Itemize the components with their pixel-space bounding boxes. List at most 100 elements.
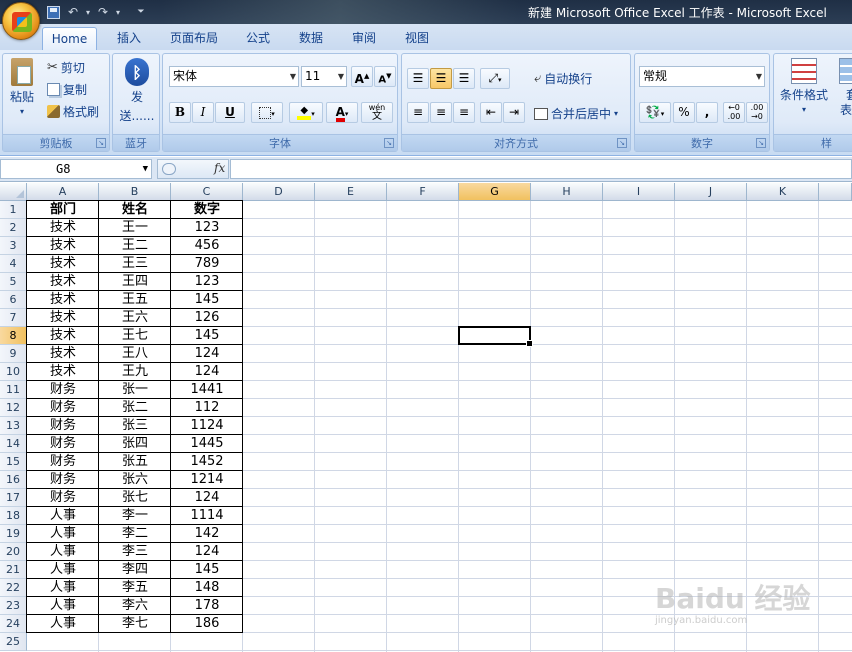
column-header-h[interactable]: H <box>531 183 603 201</box>
cell-number[interactable]: 789 <box>171 255 243 273</box>
align-middle-button[interactable]: ☰ <box>430 68 452 89</box>
cell-number[interactable]: 124 <box>171 489 243 507</box>
insert-function-button[interactable]: fx <box>214 161 225 175</box>
cell-number[interactable]: 148 <box>171 579 243 597</box>
row-header-2[interactable]: 2 <box>0 219 27 237</box>
align-right-button[interactable]: ≡ <box>453 102 475 123</box>
cell-department[interactable]: 技术 <box>27 363 99 381</box>
header-cell-department[interactable]: 部门 <box>27 201 99 219</box>
cell-number[interactable]: 124 <box>171 363 243 381</box>
align-center-button[interactable]: ≡ <box>430 102 452 123</box>
tab-view[interactable]: 视图 <box>396 27 438 50</box>
increase-decimal-button[interactable]: ←0.00 <box>723 102 745 123</box>
cell-name[interactable]: 王四 <box>99 273 171 291</box>
cell-number[interactable]: 145 <box>171 327 243 345</box>
tab-formulas[interactable]: 公式 <box>237 27 279 50</box>
cell-department[interactable]: 技术 <box>27 291 99 309</box>
cell-number[interactable]: 123 <box>171 273 243 291</box>
cell-name[interactable]: 张五 <box>99 453 171 471</box>
row-header-1[interactable]: 1 <box>0 201 27 219</box>
cell-name[interactable]: 王七 <box>99 327 171 345</box>
cell-department[interactable]: 技术 <box>27 237 99 255</box>
row-header-10[interactable]: 10 <box>0 363 27 381</box>
bold-button[interactable]: B <box>169 102 191 123</box>
column-header-g[interactable]: G <box>459 183 531 201</box>
row-header-23[interactable]: 23 <box>0 597 27 615</box>
row-header-18[interactable]: 18 <box>0 507 27 525</box>
decrease-indent-button[interactable]: ⇤ <box>480 102 502 123</box>
format-as-table-button[interactable]: 套 表格 <box>832 58 852 118</box>
undo-button[interactable]: ↶ <box>64 3 82 21</box>
row-header-20[interactable]: 20 <box>0 543 27 561</box>
font-size-combo[interactable]: 11 ▼ <box>301 66 347 87</box>
orientation-button[interactable]: ⤢▾ <box>480 68 510 89</box>
row-header-3[interactable]: 3 <box>0 237 27 255</box>
row-header-8[interactable]: 8 <box>0 327 27 345</box>
wrap-text-button[interactable]: ⤶ 自动换行 <box>534 70 592 87</box>
accounting-format-button[interactable]: 💱▾ <box>639 102 671 123</box>
cell-department[interactable]: 人事 <box>27 597 99 615</box>
comma-button[interactable]: , <box>696 102 718 123</box>
row-header-7[interactable]: 7 <box>0 309 27 327</box>
cell-name[interactable]: 李三 <box>99 543 171 561</box>
row-header-6[interactable]: 6 <box>0 291 27 309</box>
cut-button[interactable]: ✂ 剪切 <box>47 59 85 76</box>
row-header-17[interactable]: 17 <box>0 489 27 507</box>
paste-button[interactable]: 粘贴 ▾ <box>6 58 38 116</box>
format-painter-button[interactable]: 格式刷 <box>47 103 99 120</box>
tab-review[interactable]: 审阅 <box>343 27 385 50</box>
row-header-24[interactable]: 24 <box>0 615 27 633</box>
customize-qat-button[interactable]: ⏷ <box>132 3 150 21</box>
formula-input[interactable] <box>230 159 852 179</box>
cell-department[interactable]: 技术 <box>27 309 99 327</box>
grow-font-button[interactable]: A▲ <box>351 66 373 87</box>
cell-department[interactable]: 人事 <box>27 579 99 597</box>
row-header-14[interactable]: 14 <box>0 435 27 453</box>
row-header-5[interactable]: 5 <box>0 273 27 291</box>
cell-name[interactable]: 王六 <box>99 309 171 327</box>
merge-center-button[interactable]: 合并后居中 ▾ <box>534 105 618 122</box>
redo-button[interactable]: ↷ <box>94 3 112 21</box>
decrease-decimal-button[interactable]: .00 →0 <box>746 102 768 123</box>
alignment-launcher-button[interactable]: ↘ <box>617 138 627 148</box>
cell-name[interactable]: 王五 <box>99 291 171 309</box>
cell-name[interactable]: 李一 <box>99 507 171 525</box>
cell-department[interactable]: 技术 <box>27 255 99 273</box>
cell-number[interactable]: 186 <box>171 615 243 633</box>
cell-department[interactable]: 财务 <box>27 489 99 507</box>
column-header-f[interactable]: F <box>387 183 459 201</box>
phonetic-button[interactable]: wén 文 <box>361 102 393 123</box>
cell-department[interactable]: 财务 <box>27 435 99 453</box>
header-cell-number[interactable]: 数字 <box>171 201 243 219</box>
cell-department[interactable]: 技术 <box>27 327 99 345</box>
column-header-j[interactable]: J <box>675 183 747 201</box>
column-header-a[interactable]: A <box>27 183 99 201</box>
cell-name[interactable]: 王一 <box>99 219 171 237</box>
cell-number[interactable]: 1445 <box>171 435 243 453</box>
cell-number[interactable]: 124 <box>171 543 243 561</box>
italic-button[interactable]: I <box>192 102 214 123</box>
cell-name[interactable]: 李四 <box>99 561 171 579</box>
tab-data[interactable]: 数据 <box>290 27 332 50</box>
font-name-combo[interactable]: 宋体 ▼ <box>169 66 299 87</box>
redo-dropdown[interactable]: ▾ <box>114 3 122 21</box>
row-header-22[interactable]: 22 <box>0 579 27 597</box>
cell-number[interactable]: 178 <box>171 597 243 615</box>
cell-name[interactable]: 王九 <box>99 363 171 381</box>
column-header-i[interactable]: I <box>603 183 675 201</box>
shrink-font-button[interactable]: A▼ <box>374 66 396 87</box>
font-color-button[interactable]: A▾ <box>326 102 358 123</box>
cell-name[interactable]: 李五 <box>99 579 171 597</box>
cell-name[interactable]: 张四 <box>99 435 171 453</box>
cell-number[interactable]: 126 <box>171 309 243 327</box>
row-header-13[interactable]: 13 <box>0 417 27 435</box>
cell-name[interactable]: 张一 <box>99 381 171 399</box>
cell-department[interactable]: 技术 <box>27 219 99 237</box>
cell-number[interactable]: 456 <box>171 237 243 255</box>
cell-name[interactable]: 张六 <box>99 471 171 489</box>
cell-name[interactable]: 王八 <box>99 345 171 363</box>
cell-department[interactable]: 财务 <box>27 453 99 471</box>
cell-number[interactable]: 1452 <box>171 453 243 471</box>
row-header-19[interactable]: 19 <box>0 525 27 543</box>
row-header-4[interactable]: 4 <box>0 255 27 273</box>
